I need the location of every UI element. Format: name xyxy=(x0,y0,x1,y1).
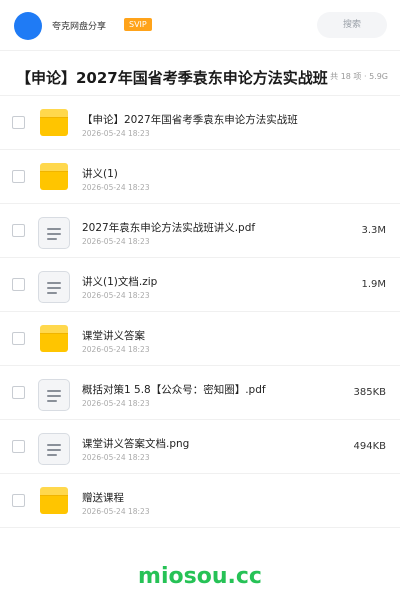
page-title: 【申论】2027年国省考季袁东申论方法实战班 xyxy=(16,69,328,87)
list-item[interactable]: 课堂讲义答案文档.png 2026-05-24 18:23 494KB xyxy=(0,420,400,474)
top-bar: 夸克网盘分享 SVIP 搜索 xyxy=(0,0,400,50)
watermark: miosou.cc xyxy=(138,564,262,589)
search-button[interactable]: 搜索 xyxy=(317,12,387,38)
item-date: 2026-05-24 18:23 xyxy=(82,345,150,354)
item-name: 赠送课程 xyxy=(82,492,124,504)
document-icon xyxy=(38,432,70,465)
select-checkbox[interactable] xyxy=(12,494,25,507)
item-date: 2026-05-24 18:23 xyxy=(82,129,150,138)
item-name: 2027年袁东申论方法实战班讲义.pdf xyxy=(82,222,256,234)
avatar[interactable] xyxy=(14,12,42,40)
list-item[interactable]: 讲义(1) 2026-05-24 18:23 xyxy=(0,150,400,204)
folder-title-bar: 【申论】2027年国省考季袁东申论方法实战班 共 18 项 · 5.9G xyxy=(0,50,400,96)
item-name: 概括对策1 5.8【公众号：密知圈】.pdf xyxy=(82,384,266,396)
item-date: 2026-05-24 18:23 xyxy=(82,183,150,192)
select-checkbox[interactable] xyxy=(12,332,25,345)
folder-icon xyxy=(38,162,70,194)
list-item[interactable]: 概括对策1 5.8【公众号：密知圈】.pdf 2026-05-24 18:23 … xyxy=(0,366,400,420)
item-size: 385KB xyxy=(353,387,386,398)
document-icon xyxy=(38,378,70,411)
item-date: 2026-05-24 18:23 xyxy=(82,453,150,462)
select-checkbox[interactable] xyxy=(12,386,25,399)
folder-icon xyxy=(38,486,70,518)
list-item[interactable]: 讲义(1)文档.zip 2026-05-24 18:23 1.9M xyxy=(0,258,400,312)
item-name: 讲义(1) xyxy=(82,168,118,180)
item-date: 2026-05-24 18:23 xyxy=(82,291,150,300)
select-checkbox[interactable] xyxy=(12,170,25,183)
select-checkbox[interactable] xyxy=(12,116,25,129)
select-checkbox[interactable] xyxy=(12,440,25,453)
list-item[interactable]: 赠送课程 2026-05-24 18:23 xyxy=(0,474,400,528)
list-item[interactable]: 【申论】2027年国省考季袁东申论方法实战班 2026-05-24 18:23 xyxy=(0,96,400,150)
select-checkbox[interactable] xyxy=(12,278,25,291)
share-owner-name: 夸克网盘分享 xyxy=(52,22,107,32)
item-size: 3.3M xyxy=(361,225,386,236)
item-date: 2026-05-24 18:23 xyxy=(82,507,150,516)
item-size: 1.9M xyxy=(361,279,386,290)
item-name: 课堂讲义答案 xyxy=(82,330,145,342)
file-list: 【申论】2027年国省考季袁东申论方法实战班 2026-05-24 18:23 … xyxy=(0,96,400,528)
item-name: 课堂讲义答案文档.png xyxy=(82,438,190,450)
item-size: 494KB xyxy=(353,441,386,452)
select-checkbox[interactable] xyxy=(12,224,25,237)
list-item[interactable]: 2027年袁东申论方法实战班讲义.pdf 2026-05-24 18:23 3.… xyxy=(0,204,400,258)
list-item[interactable]: 课堂讲义答案 2026-05-24 18:23 xyxy=(0,312,400,366)
item-date: 2026-05-24 18:23 xyxy=(82,399,150,408)
item-name: 【申论】2027年国省考季袁东申论方法实战班 xyxy=(82,114,298,126)
folder-icon xyxy=(38,324,70,356)
document-icon xyxy=(38,270,70,303)
document-icon xyxy=(38,216,70,249)
item-date: 2026-05-24 18:23 xyxy=(82,237,150,246)
svip-badge: SVIP xyxy=(124,18,152,31)
item-name: 讲义(1)文档.zip xyxy=(82,276,158,288)
folder-icon xyxy=(38,108,70,140)
item-summary: 共 18 项 · 5.9G xyxy=(330,72,388,81)
